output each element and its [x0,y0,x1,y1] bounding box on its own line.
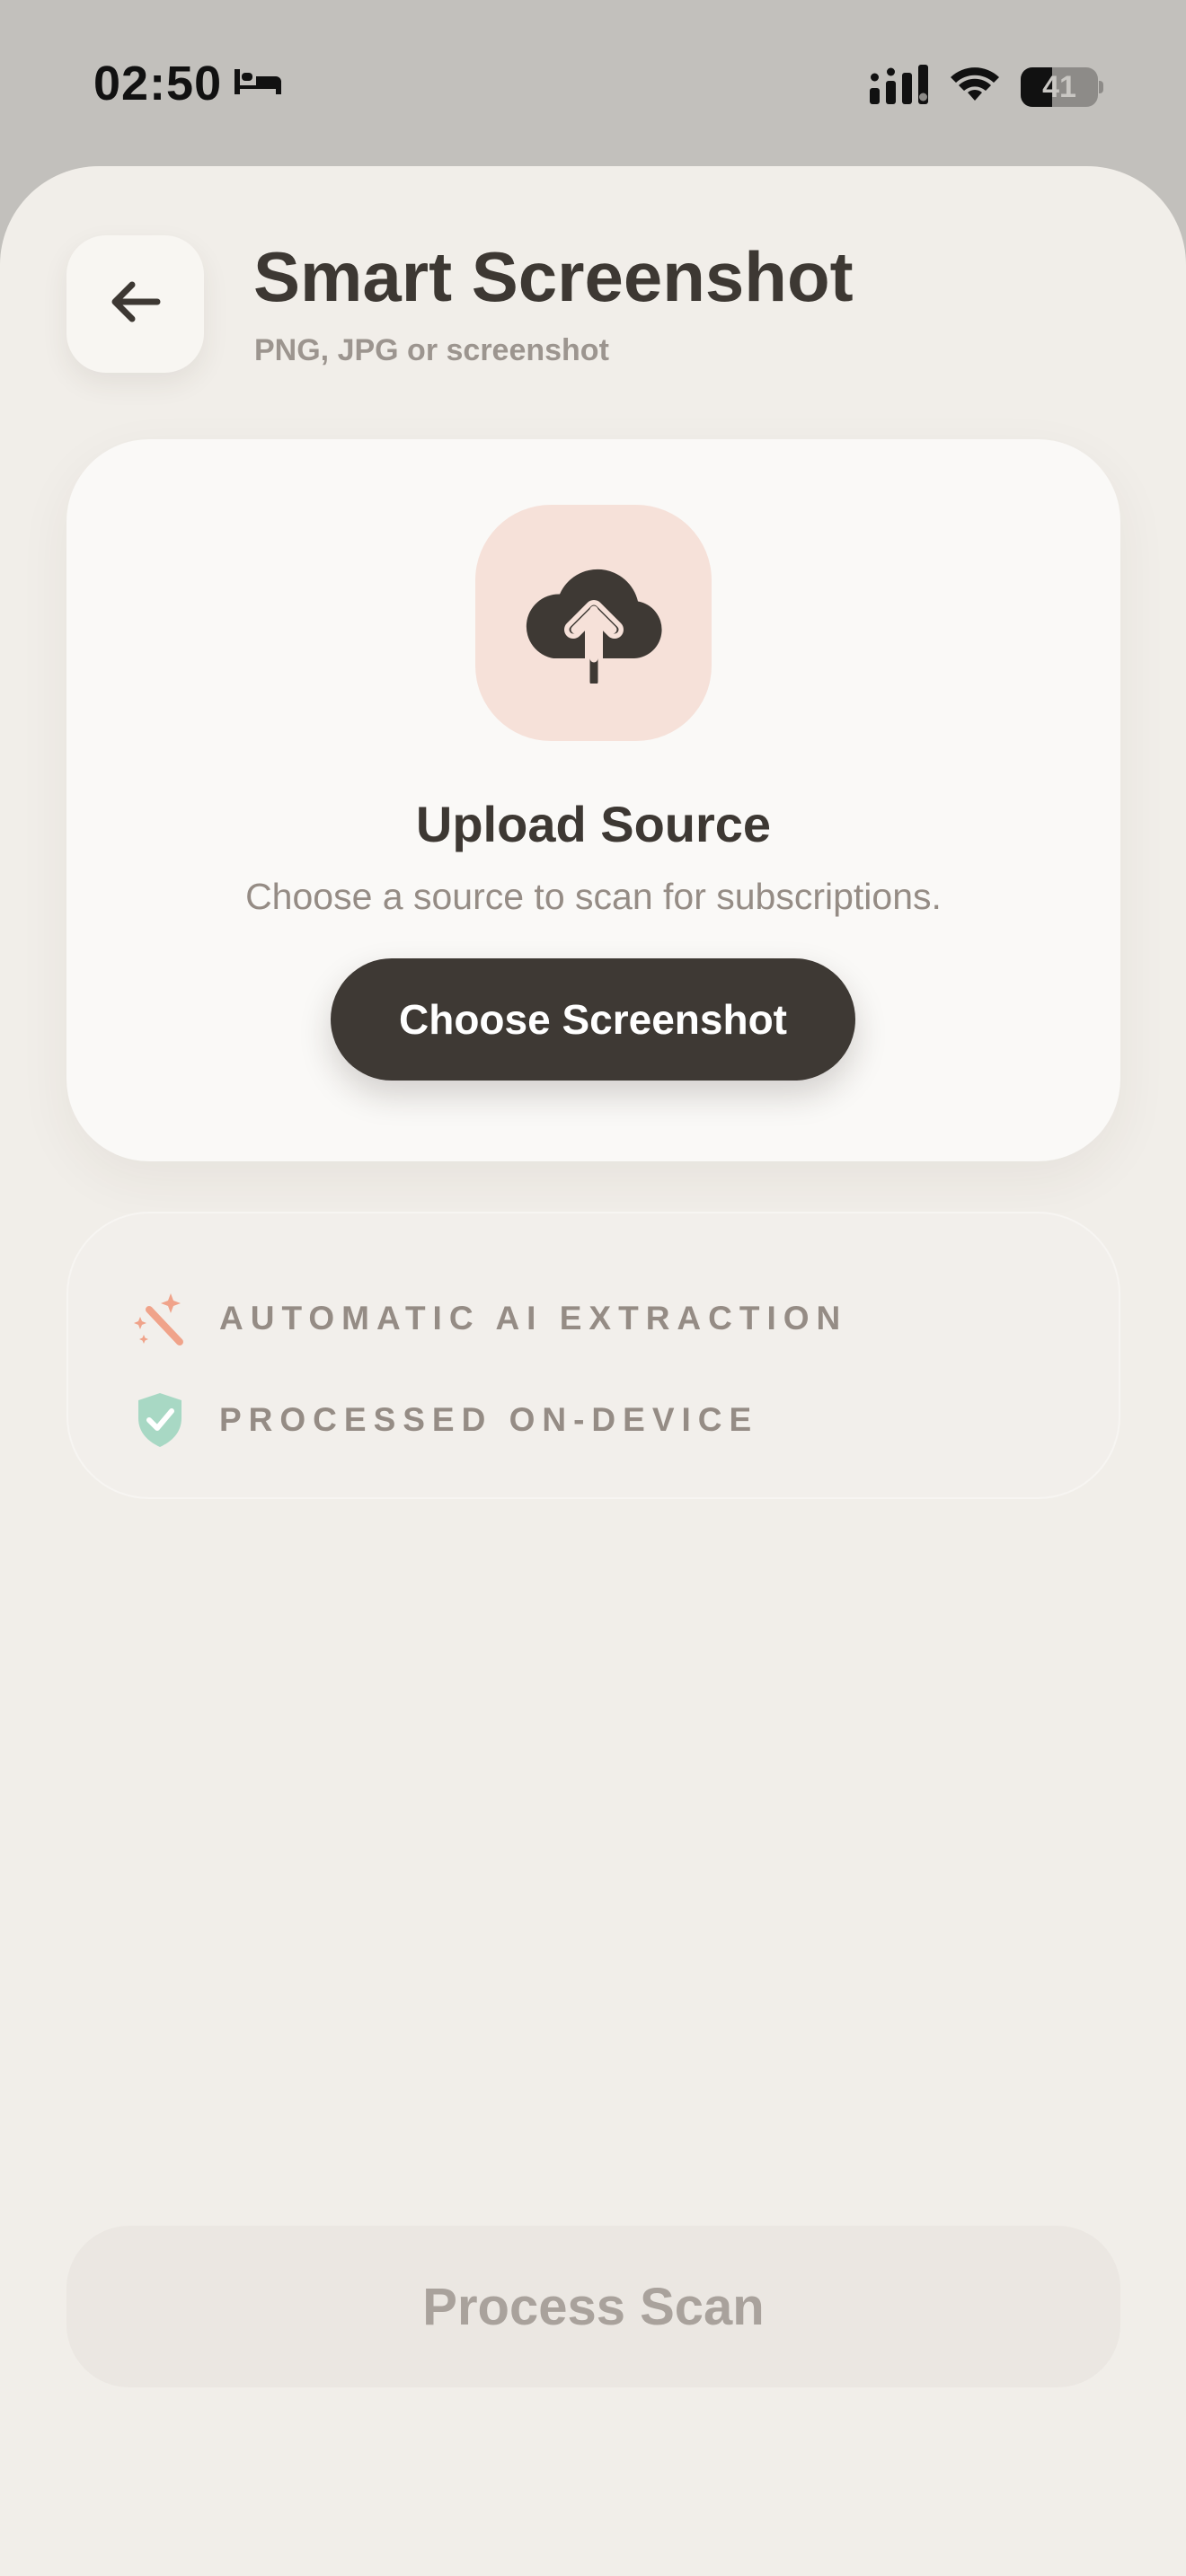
upload-title: Upload Source [415,796,772,852]
bed-icon [233,66,283,102]
feature-label: AUTOMATIC AI EXTRACTION [219,1300,848,1337]
feature-label: PROCESSED ON-DEVICE [219,1401,759,1438]
feature-item-on-device: PROCESSED ON-DEVICE [131,1391,758,1449]
arrow-left-icon [109,279,163,329]
upload-icon-container [475,505,712,741]
back-button[interactable] [66,235,204,373]
main-sheet: Smart Screenshot PNG, JPG or screenshot … [0,166,1186,2576]
upload-card: Upload Source Choose a source to scan fo… [66,439,1120,1161]
magic-wand-icon [131,1290,189,1347]
page-subtitle: PNG, JPG or screenshot [254,333,609,367]
features-card: AUTOMATIC AI EXTRACTION PROCESSED ON-DEV… [66,1212,1120,1499]
battery-percentage: 41 [1042,69,1076,104]
status-bar: 02:50 41 [0,0,1186,166]
process-scan-button[interactable]: Process Scan [66,2226,1120,2387]
wifi-icon [949,65,1001,109]
status-time: 02:50 [93,57,223,110]
page-title: Smart Screenshot [253,237,854,316]
choose-screenshot-button[interactable]: Choose Screenshot [331,958,855,1081]
cloud-upload-icon [518,558,670,691]
battery-icon: 41 [1021,66,1103,107]
status-time-group: 02:50 [93,56,283,111]
shield-check-icon [131,1391,189,1449]
feature-item-ai-extraction: AUTOMATIC AI EXTRACTION [131,1290,847,1347]
upload-description: Choose a source to scan for subscription… [245,876,942,917]
signal-icon [870,65,929,109]
status-indicators: 41 [870,65,1103,109]
